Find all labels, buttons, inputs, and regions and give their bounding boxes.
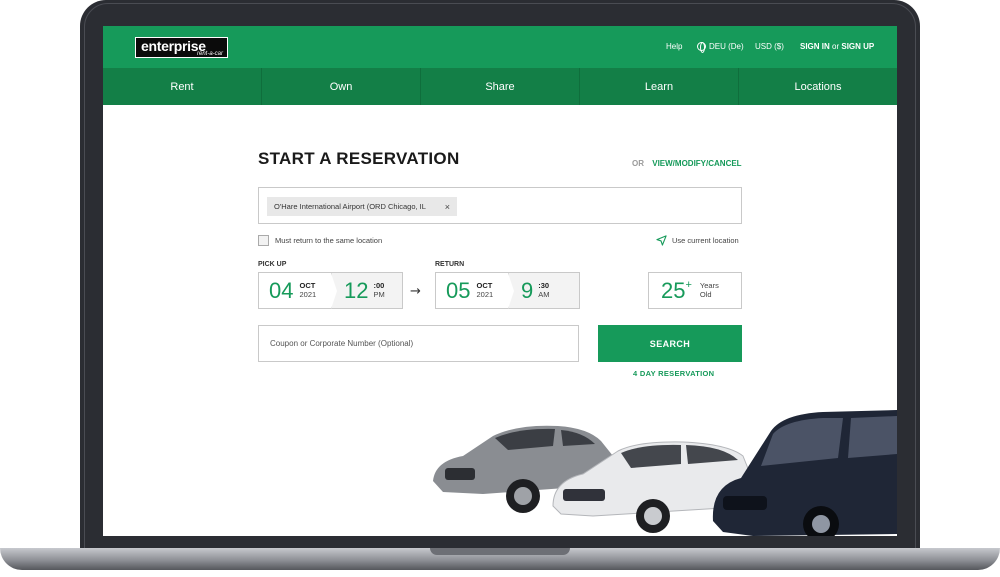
nav-item-rent[interactable]: Rent	[103, 68, 262, 105]
cars-image	[433, 410, 897, 536]
pickup-day: 04	[269, 277, 294, 303]
currency-selector[interactable]: USD ($)	[755, 42, 784, 51]
modify-reservation: OR VIEW/MODIFY/CANCEL	[632, 159, 742, 168]
same-location-label: Must return to the same location	[275, 236, 383, 245]
nav-item-own[interactable]: Own	[262, 68, 421, 105]
pickup-month-year: OCT 2021	[299, 281, 317, 299]
age-value: 25+	[661, 277, 692, 303]
sign-in-link[interactable]: SIGN IN	[800, 42, 830, 51]
location-chip: O'Hare International Airport (ORD Chicag…	[267, 197, 457, 216]
return-time-picker[interactable]: 9 :30 AM	[508, 273, 579, 309]
return-month-year: OCT 2021	[476, 281, 494, 299]
help-link[interactable]: Help	[666, 42, 682, 51]
age-unit: Years Old	[699, 281, 719, 299]
age-plus: +	[685, 278, 692, 291]
search-button[interactable]: SEARCH	[598, 325, 742, 362]
pickup-datetime: 04 OCT 2021 12 :00 PM	[258, 272, 403, 309]
nav-item-learn[interactable]: Learn	[580, 68, 739, 105]
location-arrow-icon	[656, 235, 667, 246]
pickup-minutes-ampm: :00 PM	[373, 281, 385, 299]
laptop-notch	[430, 548, 570, 555]
return-hour: 9	[521, 277, 534, 303]
view-modify-cancel-link[interactable]: VIEW/MODIFY/CANCEL	[652, 159, 741, 168]
age-number: 25	[661, 277, 686, 303]
return-day: 05	[446, 277, 471, 303]
same-location-checkbox[interactable]	[258, 235, 269, 246]
coupon-input[interactable]	[258, 325, 579, 362]
or-text: or	[832, 42, 840, 51]
age-selector[interactable]: 25+ Years Old	[648, 272, 742, 309]
language-label: DEU (De)	[709, 42, 744, 51]
current-location-button[interactable]: Use current location	[656, 235, 739, 246]
globe-icon	[697, 42, 706, 53]
pickup-label: PICK UP	[258, 261, 287, 268]
logo-tagline: rent-a-car	[196, 51, 223, 57]
same-location-option: Must return to the same location	[258, 235, 382, 246]
pickup-hour: 12	[344, 277, 369, 303]
arrow-right-icon: →	[410, 284, 421, 299]
nav-item-locations[interactable]: Locations	[739, 68, 897, 105]
enterprise-logo[interactable]: enterprise rent-a-car	[135, 37, 228, 58]
top-bar: enterprise rent-a-car Help DEU (De) USD …	[103, 26, 897, 68]
account-links: SIGN IN or SIGN UP	[800, 42, 874, 51]
return-minutes-ampm: :30 AM	[538, 281, 550, 299]
language-selector[interactable]: DEU (De)	[697, 42, 744, 53]
reservation-duration-link[interactable]: 4 DAY RESERVATION	[633, 369, 714, 378]
sign-up-link[interactable]: SIGN UP	[841, 42, 874, 51]
current-location-label: Use current location	[672, 236, 739, 245]
logo-wordmark: enterprise	[141, 38, 206, 54]
location-input[interactable]: O'Hare International Airport (ORD Chicag…	[258, 187, 742, 224]
return-date-picker[interactable]: 05 OCT 2021	[436, 273, 508, 308]
return-ampm: AM	[538, 289, 550, 299]
pickup-ampm: PM	[373, 289, 385, 299]
pickup-date-picker[interactable]: 04 OCT 2021	[259, 273, 331, 308]
return-label: RETURN	[435, 261, 465, 268]
main-nav: Rent Own Share Learn Locations	[103, 68, 897, 105]
screen: enterprise rent-a-car Help DEU (De) USD …	[103, 26, 897, 536]
location-value: O'Hare International Airport (ORD Chicag…	[274, 202, 426, 211]
pickup-time-picker[interactable]: 12 :00 PM	[331, 273, 402, 309]
return-datetime: 05 OCT 2021 9 :30 AM	[435, 272, 580, 309]
page-title: START A RESERVATION	[258, 149, 460, 168]
return-year: 2021	[476, 289, 494, 299]
pickup-year: 2021	[299, 289, 317, 299]
or-text: OR	[632, 159, 644, 168]
close-icon[interactable]: ×	[445, 202, 450, 212]
nav-item-share[interactable]: Share	[421, 68, 580, 105]
age-unit-old: Old	[699, 289, 712, 299]
